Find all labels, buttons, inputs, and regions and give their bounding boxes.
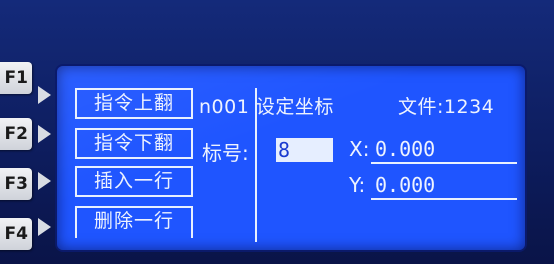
mark-label: 标号: xyxy=(202,141,249,165)
y-value-field[interactable]: 0.000 xyxy=(375,173,435,197)
f4-arrow-icon xyxy=(38,218,51,236)
menu-item-prev-command[interactable]: 指令上翻 xyxy=(75,88,193,119)
file-number: 文件:1234 xyxy=(398,96,495,118)
f1-arrow-icon xyxy=(38,86,51,104)
y-value-underline xyxy=(371,198,517,200)
f2-key[interactable]: F2 xyxy=(0,118,32,150)
menu-item-insert-row[interactable]: 插入一行 xyxy=(75,166,193,197)
x-label: X: xyxy=(349,137,370,161)
x-value-field[interactable]: 0.000 xyxy=(375,137,435,161)
device-bezel: F1 F2 F3 F4 指令上翻 指令下翻 插入一行 删除一行 n001 设定坐… xyxy=(0,0,554,264)
y-label: Y: xyxy=(349,173,366,197)
menu-item-delete-row[interactable]: 删除一行 xyxy=(75,206,193,238)
f1-key[interactable]: F1 xyxy=(0,62,32,94)
lcd-screen: 指令上翻 指令下翻 插入一行 删除一行 n001 设定坐标 文件:1234 标号… xyxy=(57,66,525,250)
x-value-underline xyxy=(371,162,517,164)
f3-arrow-icon xyxy=(38,172,51,190)
f4-key[interactable]: F4 xyxy=(0,218,32,250)
mark-input[interactable]: 8 xyxy=(276,138,333,162)
program-step-title: n001 设定坐标 xyxy=(199,96,334,118)
f3-key[interactable]: F3 xyxy=(0,168,32,200)
menu-item-next-command[interactable]: 指令下翻 xyxy=(75,128,193,159)
f2-arrow-icon xyxy=(38,125,51,143)
